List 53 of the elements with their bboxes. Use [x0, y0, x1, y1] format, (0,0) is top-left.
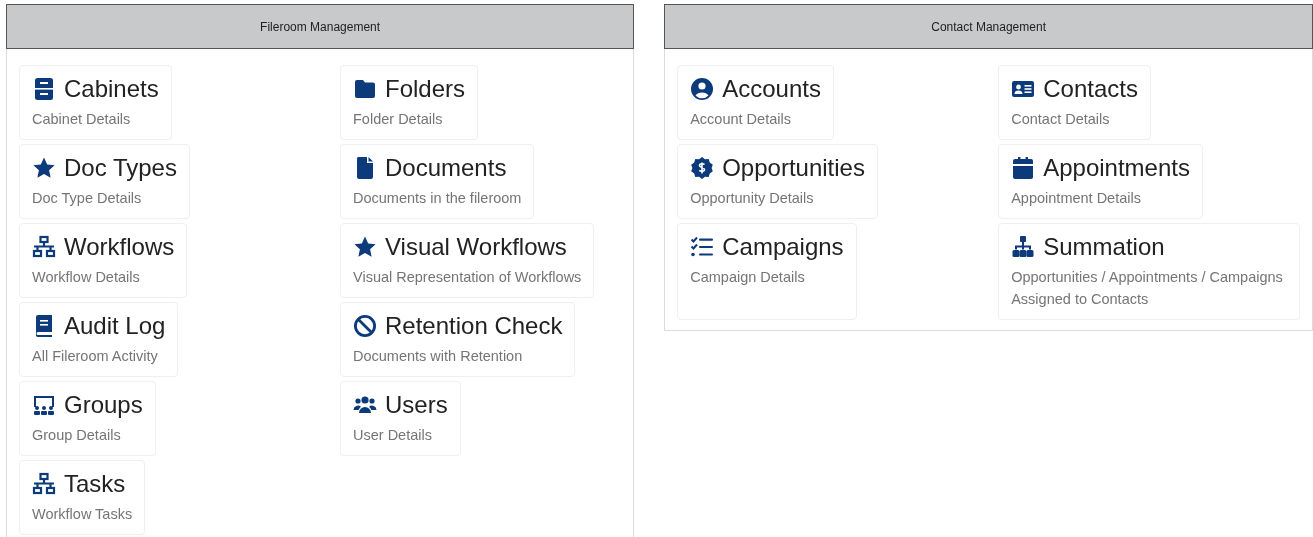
card-title: Groups	[64, 390, 143, 420]
nav-card[interactable]: Workflows Workflow Details	[19, 223, 188, 298]
card-title: Visual Workflows	[385, 232, 567, 262]
card-title: Doc Types	[64, 153, 177, 183]
card-title: Cabinets	[64, 74, 159, 104]
card-subtitle: User Details	[353, 426, 433, 445]
card-subtitle: Doc Type Details	[32, 189, 143, 208]
card-title: Accounts	[722, 74, 821, 104]
card-subtitle: Documents in the fileroom	[353, 189, 522, 208]
nav-card[interactable]: Groups Group Details	[19, 381, 156, 456]
card-subtitle: Documents with Retention	[353, 347, 524, 366]
card-subtitle: Opportunities / Appointments / Campaigns Assigned to Contacts	[1011, 268, 1284, 309]
card-subtitle: Workflow Tasks	[32, 505, 133, 524]
nav-card[interactable]: Visual Workflows Visual Representation of Workflows	[340, 223, 595, 298]
card-title: Workflows	[64, 232, 175, 262]
card-subtitle: Cabinet Details	[32, 110, 132, 129]
card-title: Summation	[1043, 232, 1165, 262]
card-title: Documents	[385, 153, 507, 183]
card-subtitle: Contact Details	[1011, 110, 1111, 129]
card-subtitle: Workflow Details	[32, 268, 141, 287]
nav-card[interactable]: Appointments Appointment Details	[998, 144, 1203, 219]
card-title: Folders	[385, 74, 466, 104]
nav-card[interactable]: Opportunities Opportunity Details	[677, 144, 878, 219]
card-title: Opportunities	[722, 153, 865, 183]
card-title: Audit Log	[64, 311, 166, 341]
panel-header: Fileroom Management	[6, 4, 635, 49]
nav-card[interactable]: Retention Check Documents with Retention	[340, 302, 576, 377]
nav-card[interactable]: Campaigns Campaign Details	[677, 223, 857, 320]
card-subtitle: Campaign Details	[690, 268, 806, 287]
card-title: Contacts	[1043, 74, 1138, 104]
nav-card[interactable]: Summation Opportunities / Appointments / Campaigns Assigned to Contacts	[998, 223, 1300, 320]
nav-card[interactable]: Folders Folder Details	[340, 65, 479, 140]
nav-card[interactable]: Doc Types Doc Type Details	[19, 144, 190, 219]
card-subtitle: Visual Representation of Workflows	[353, 268, 582, 287]
nav-card[interactable]: Users User Details	[340, 381, 461, 456]
card-subtitle: Folder Details	[353, 110, 444, 129]
card-subtitle: Account Details	[690, 110, 792, 129]
nav-card[interactable]: Documents Documents in the fileroom	[340, 144, 535, 219]
nav-card[interactable]: Audit Log All Fileroom Activity	[19, 302, 179, 377]
card-title: Retention Check	[385, 311, 563, 341]
panel-header: Contact Management	[664, 4, 1313, 49]
card-subtitle: Group Details	[32, 426, 122, 445]
nav-card[interactable]: Contacts Contact Details	[998, 65, 1151, 140]
card-subtitle: Opportunity Details	[690, 189, 815, 208]
card-title: Tasks	[64, 469, 126, 499]
card-title: Appointments	[1043, 153, 1190, 183]
card-title: Campaigns	[722, 232, 844, 262]
nav-card[interactable]: Accounts Account Details	[677, 65, 834, 140]
card-subtitle: All Fileroom Activity	[32, 347, 159, 366]
nav-card[interactable]: Cabinets Cabinet Details	[19, 65, 172, 140]
card-subtitle: Appointment Details	[1011, 189, 1142, 208]
card-title: Users	[385, 390, 448, 420]
nav-card[interactable]: Tasks Workflow Tasks	[19, 460, 146, 535]
